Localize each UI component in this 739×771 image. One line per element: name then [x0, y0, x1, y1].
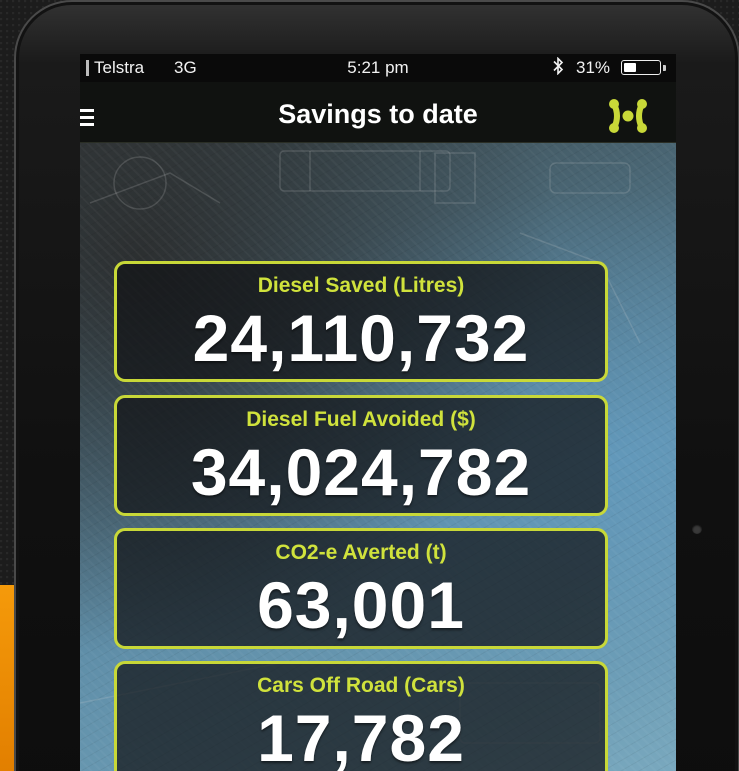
camera-dot — [692, 524, 702, 534]
bluetooth-icon — [552, 56, 564, 80]
battery-percent: 31% — [576, 58, 611, 77]
stat-card-cars-off-road: Cars Off Road (Cars) 17,782 — [114, 661, 608, 771]
stat-card-co2-averted: CO2-e Averted (t) 63,001 — [114, 528, 608, 649]
stat-label: Cars Off Road (Cars) — [257, 674, 465, 697]
stat-label: Diesel Fuel Avoided ($) — [246, 408, 476, 431]
stat-value: 63,001 — [257, 568, 465, 642]
scene: Telstra 3G 5:21 pm 31% Savings to date D… — [0, 0, 739, 771]
tablet-screen: Telstra 3G 5:21 pm 31% Savings to date D… — [80, 54, 676, 771]
stat-label: Diesel Saved (Litres) — [257, 274, 465, 297]
stat-value: 24,110,732 — [192, 301, 530, 375]
savings-content: Diesel Saved (Litres) 24,110,732 Diesel … — [80, 143, 676, 771]
background-orange-panel — [0, 585, 14, 771]
status-bar: Telstra 3G 5:21 pm 31% — [80, 54, 676, 82]
navigation-bar: Savings to date — [80, 82, 676, 143]
stat-card-diesel-saved: Diesel Saved (Litres) 24,110,732 — [114, 261, 608, 382]
battery-tip — [663, 65, 666, 71]
battery-level-fill — [624, 63, 636, 72]
page-title: Savings to date — [278, 99, 478, 129]
battery-icon — [621, 60, 661, 75]
app-logo-icon[interactable] — [607, 97, 649, 140]
stat-value: 17,782 — [257, 701, 465, 771]
stat-card-diesel-fuel-avoided: Diesel Fuel Avoided ($) 34,024,782 — [114, 395, 608, 516]
stat-label: CO2-e Averted (t) — [275, 541, 447, 564]
stat-value: 34,024,782 — [190, 435, 532, 509]
